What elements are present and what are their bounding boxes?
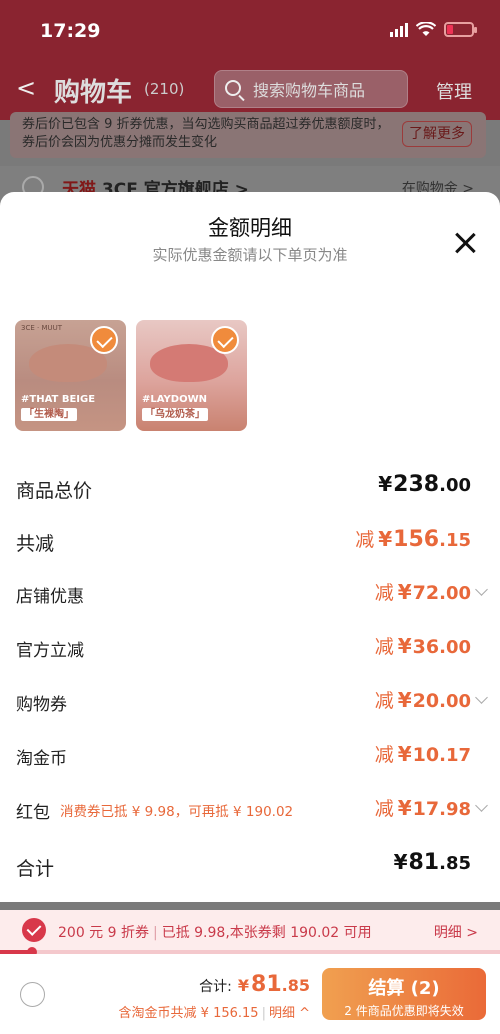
product-shade: #THAT BEIGE — [21, 394, 96, 405]
coupon-text: 200 元 9 折券 | 已抵 9.98,本张券剩 190.02 可用 — [58, 922, 372, 942]
footer-detail-link[interactable]: 明细 ^ — [269, 1006, 310, 1021]
sheet-subtitle: 实际优惠金额请以下单页为准 — [152, 246, 348, 264]
chevron-down-icon — [475, 691, 488, 704]
row-label: 共减 — [16, 533, 55, 555]
checked-icon[interactable] — [90, 326, 118, 354]
footer-total-value: 81 — [251, 972, 282, 997]
row-label: 商品总价 — [16, 480, 93, 502]
manage-button[interactable]: 管理 — [436, 78, 472, 104]
goods-total-row: 商品总价 ¥238.00 — [16, 472, 486, 502]
product-caption: #THAT BEIGE 「生裸陶」 — [21, 393, 95, 421]
search-icon — [225, 80, 241, 96]
red-packet-note: 消费券已抵 ¥ 9.98，可再抵 ¥ 190.02 — [60, 804, 294, 820]
checkout-button[interactable]: 结算 (2) 2 件商品优惠即将失效 — [322, 968, 486, 1020]
product-tag: 「生裸陶」 — [21, 408, 77, 421]
search-input[interactable]: 搜索购物车商品 — [214, 70, 408, 108]
row-label: 淘金币 — [16, 749, 67, 769]
select-all-radio[interactable] — [20, 982, 45, 1007]
product-thumbnails: 3CE · MUUT #THAT BEIGE 「生裸陶」 #LAYDOWN 「乌… — [15, 320, 247, 431]
coupon-name: 200 元 9 折券 — [58, 925, 149, 941]
row-label: 店铺优惠 — [16, 587, 84, 607]
official-discount-row: 官方立减 减 ¥36.00 — [16, 632, 486, 662]
price-notice: 券后价已包含 9 折券优惠，当勾选购买商品超过券优惠额度时，券后价会因为优惠分摊… — [10, 112, 486, 158]
nav-bar: < 购物车 (210) 搜索购物车商品 管理 — [0, 68, 500, 112]
checkout-label: 结算 (2) — [368, 978, 440, 999]
shopping-coupon-row[interactable]: 购物券 减 ¥20.00 — [16, 686, 488, 716]
row-value: 减 ¥20.00 — [375, 686, 488, 713]
product-thumbnail[interactable]: 3CE · MUUT #THAT BEIGE 「生裸陶」 — [15, 320, 126, 431]
total-reduction-row: 共减 减 ¥156.15 — [16, 525, 486, 555]
chevron-down-icon — [475, 799, 488, 812]
battery-icon — [444, 22, 477, 37]
coupon-checked-icon[interactable] — [22, 918, 46, 942]
product-thumbnail[interactable]: #LAYDOWN 「乌龙奶茶」 — [136, 320, 247, 431]
checkout-footer: 合计: ¥81.85 含淘金币共减 ¥ 156.15 | 明细 ^ 结算 (2) 2 … — [0, 954, 500, 1034]
back-button[interactable]: < — [16, 74, 36, 102]
row-label: 合计 — [16, 858, 55, 880]
product-shade: #LAYDOWN — [142, 394, 207, 405]
learn-more-button[interactable]: 了解更多 — [402, 121, 472, 147]
taojinbi-row: 淘金币 减 ¥10.17 — [16, 740, 486, 770]
search-placeholder: 搜索购物车商品 — [253, 81, 366, 100]
coupon-separator: | — [152, 925, 158, 941]
page-title: 购物车 — [54, 78, 133, 108]
coupon-bar[interactable]: 200 元 9 折券 | 已抵 9.98,本张券剩 190.02 可用 明细 > — [0, 910, 500, 952]
checkout-sub-label: 2 件商品优惠即将失效 — [344, 1004, 464, 1018]
status-time: 17:29 — [40, 20, 101, 42]
status-icons — [390, 22, 477, 37]
subtotal-row: 合计 ¥81.85 — [16, 850, 486, 880]
saving-text: 含淘金币共减 ¥ 156.15 — [118, 1006, 259, 1021]
wifi-icon — [416, 22, 436, 36]
signal-icon — [390, 22, 408, 37]
cart-count: (210) — [144, 80, 185, 98]
footer-total-label: 合计: — [199, 979, 232, 995]
row-label: 购物券 — [16, 695, 67, 715]
product-tag: 「乌龙奶茶」 — [142, 408, 208, 421]
notice-text: 券后价已包含 9 折券优惠，当勾选购买商品超过券优惠额度时，券后价会因为优惠分摊… — [22, 117, 390, 150]
row-value: 减 ¥17.98 — [375, 794, 488, 821]
row-label: 红包 — [16, 803, 50, 823]
row-value: 减 ¥36.00 — [374, 634, 471, 658]
row-value: ¥238.00 — [378, 472, 471, 497]
close-icon[interactable] — [452, 230, 478, 256]
amount-detail-sheet: 金额明细 实际优惠金额请以下单页为准 3CE · MUUT #THAT BEIG… — [0, 192, 500, 902]
chevron-down-icon — [475, 583, 488, 596]
row-value: 减 ¥10.17 — [374, 742, 471, 766]
store-discount-row[interactable]: 店铺优惠 减 ¥72.00 — [16, 578, 488, 608]
footer-total: 合计: ¥81.85 — [199, 972, 310, 997]
row-value: ¥81.85 — [393, 850, 471, 875]
coupon-detail-link[interactable]: 明细 > — [434, 922, 478, 942]
status-bar: 17:29 — [0, 0, 500, 60]
row-value: 减 ¥156.15 — [355, 527, 471, 552]
product-brand: 3CE · MUUT — [21, 324, 63, 332]
checked-icon[interactable] — [211, 326, 239, 354]
sheet-title: 金额明细 — [208, 216, 292, 240]
footer-saving: 含淘金币共减 ¥ 156.15 | 明细 ^ — [118, 1006, 310, 1021]
product-caption: #LAYDOWN 「乌龙奶茶」 — [142, 393, 208, 421]
red-packet-row[interactable]: 红包 消费券已抵 ¥ 9.98，可再抵 ¥ 190.02 减 ¥17.98 — [16, 794, 488, 824]
coupon-status: 已抵 9.98,本张券剩 190.02 可用 — [161, 925, 372, 941]
row-label: 官方立减 — [16, 641, 84, 661]
row-value: 减 ¥72.00 — [375, 578, 488, 605]
